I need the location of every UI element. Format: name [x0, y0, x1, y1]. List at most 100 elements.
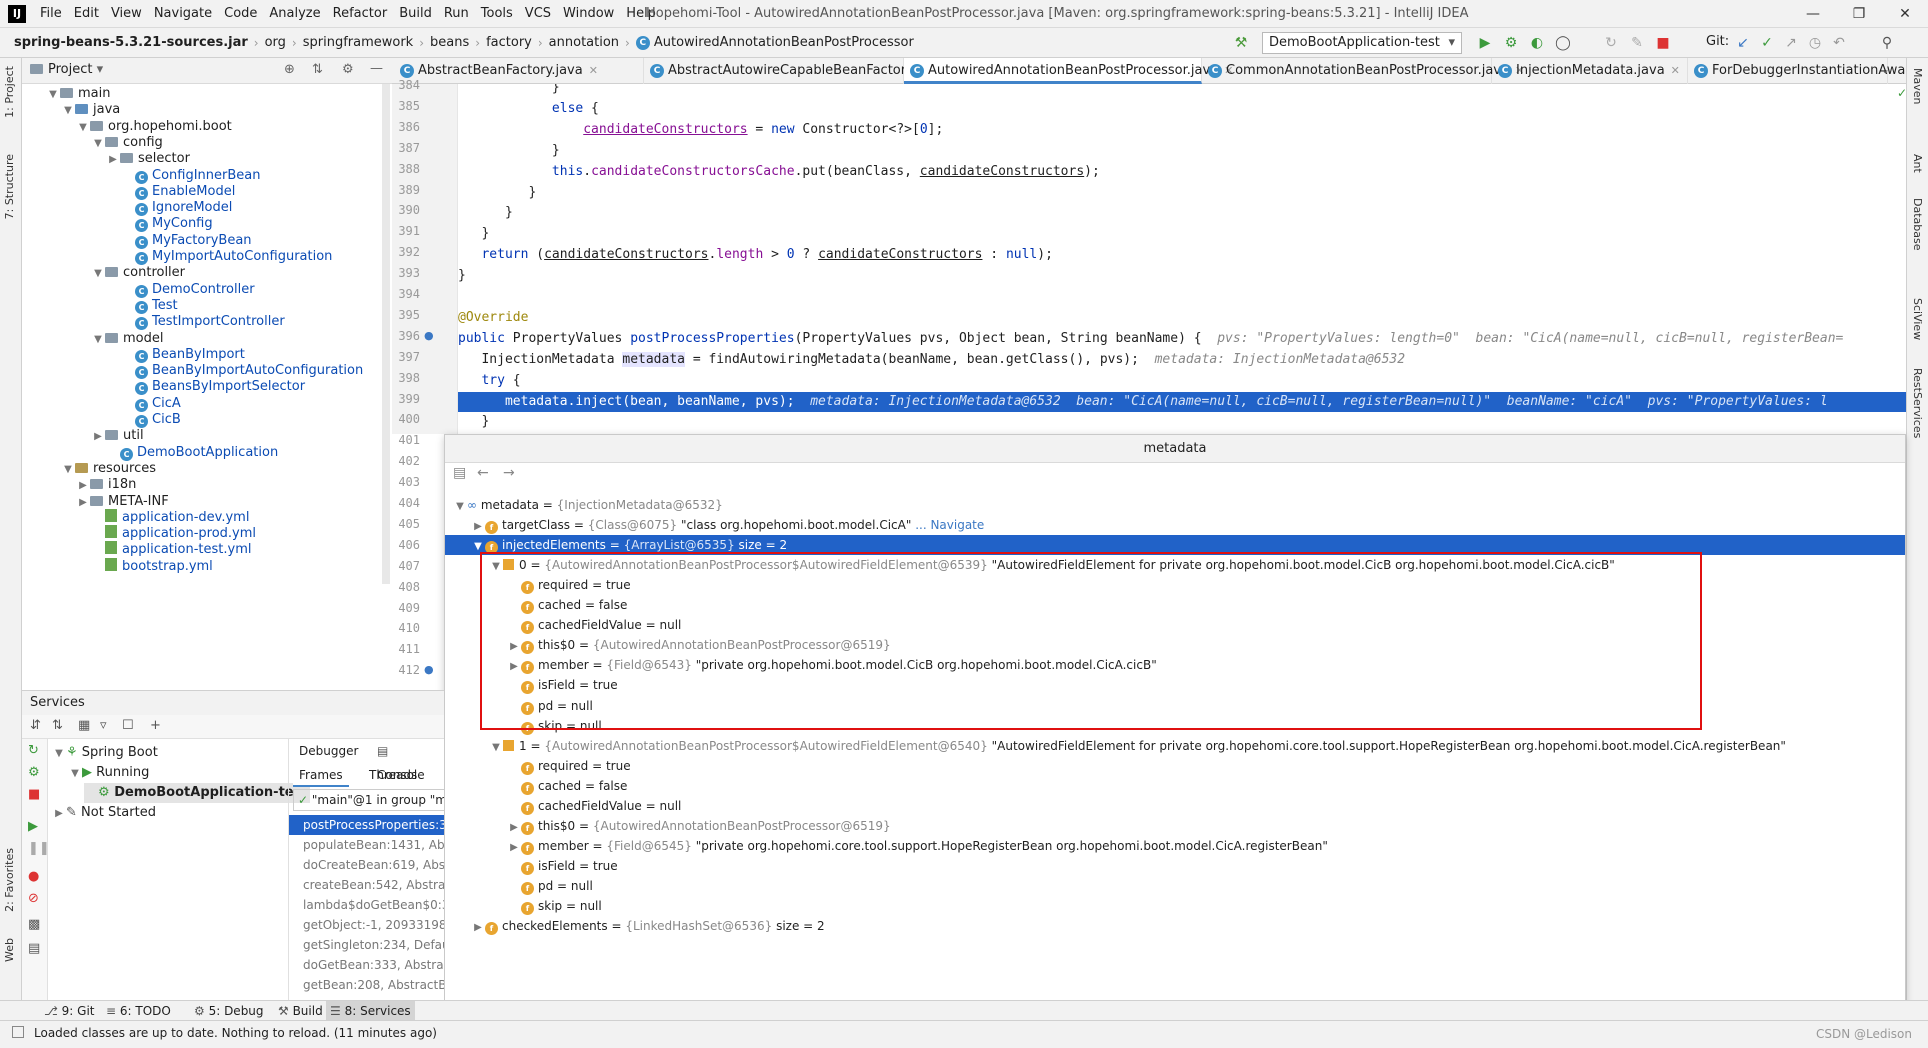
collapse-all-icon[interactable]: ⇅ — [312, 62, 323, 77]
expand-right-icon[interactable]: ▶ — [507, 838, 521, 858]
variable-row-checkedelements[interactable]: ▶ f checkedElements = {LinkedHashSet@6536}… — [445, 916, 1905, 936]
attach-icon[interactable]: ✎ — [1626, 32, 1648, 54]
expand-down-icon[interactable]: ▼ — [52, 744, 66, 764]
expand-down-icon[interactable]: ▼ — [76, 118, 90, 138]
tool-tab-5-debug[interactable]: ⚙ 5: Debug — [190, 1001, 268, 1021]
stop-icon[interactable]: ■ — [28, 787, 40, 802]
maven-tool-tab[interactable]: Maven — [1911, 68, 1924, 104]
breadcrumb-item[interactable]: factory — [482, 28, 536, 58]
gear-icon[interactable]: ⚙ — [342, 62, 354, 77]
project-panel-title[interactable]: Project — [48, 62, 92, 77]
tab-frames[interactable]: Frames — [293, 763, 349, 787]
sciview-tool-tab[interactable]: SciView — [1911, 298, 1924, 340]
expand-down-icon[interactable]: ▼ — [61, 460, 75, 480]
expand-right-icon[interactable]: ▶ — [91, 427, 105, 447]
expand-down-icon[interactable]: ▼ — [68, 764, 82, 784]
tab-autowiredannotationbeanpostprocessor-java[interactable]: C AutowiredAnnotationBeanPostProcessor.ja… — [904, 58, 1233, 84]
collapse-all-icon[interactable]: ⇅ — [52, 718, 63, 733]
tab-threads[interactable]: Threads — [363, 763, 423, 787]
breadcrumb-item[interactable]: beans — [426, 28, 473, 58]
navigate-link[interactable]: ... Navigate — [915, 518, 984, 532]
maximize-icon[interactable]: ❐ — [1836, 0, 1882, 28]
menu-edit[interactable]: Edit — [68, 0, 105, 28]
stack-frame[interactable]: postProcessProperties:3 — [289, 815, 444, 835]
expand-right-icon[interactable]: ▶ — [52, 804, 66, 824]
stop-icon[interactable]: ■ — [1652, 32, 1674, 54]
structure-tool-tab[interactable]: 7: Structure — [3, 154, 16, 219]
thread-select[interactable]: ✓ "main"@1 in group "m — [293, 789, 444, 811]
breadcrumb-item[interactable]: springframework — [299, 28, 417, 58]
pause-icon[interactable]: ❚❚ — [28, 841, 50, 856]
menu-analyze[interactable]: Analyze — [263, 0, 326, 28]
locate-icon[interactable]: ⊕ — [284, 62, 295, 77]
variable-row-member[interactable]: ▶ f member = {Field@6545} "private org.hop… — [445, 836, 1905, 856]
web-tool-tab[interactable]: Web — [3, 938, 16, 962]
code-editor[interactable]: } else { candidateConstructors = new Con… — [458, 84, 1906, 434]
status-toggle-icon[interactable] — [12, 1026, 24, 1038]
expand-down-icon[interactable]: ▼ — [489, 738, 503, 758]
tab-list-chevron-icon[interactable]: ⌄ — [1880, 62, 1890, 76]
tool-tab-9-git[interactable]: ⎇ 9: Git — [40, 1001, 99, 1021]
expand-right-icon[interactable]: ▶ — [471, 918, 485, 938]
project-tool-tab[interactable]: 1: Project — [3, 66, 16, 118]
expand-down-icon[interactable]: ▼ — [91, 264, 105, 284]
new-tab-icon[interactable]: ☐ — [122, 718, 134, 733]
variable-row-cached[interactable]: f cached = false — [445, 776, 1905, 796]
stack-frame[interactable]: getSingleton:234, Defau — [289, 935, 444, 955]
breadcrumb-item[interactable]: C AutowiredAnnotationBeanPostProcessor — [632, 28, 918, 58]
add-to-watches-icon[interactable]: ▤ — [453, 465, 466, 481]
breadcrumb-item[interactable]: spring-beans-5.3.21-sources.jar — [10, 28, 252, 58]
menu-window[interactable]: Window — [557, 0, 620, 28]
stack-frame[interactable]: getObject:-1, 209331984 — [289, 915, 444, 935]
variable-row-pd[interactable]: f pd = null — [445, 876, 1905, 896]
expand-down-icon[interactable]: ▼ — [453, 497, 467, 517]
tool-tab-8-services[interactable]: ☰ 8: Services — [326, 1001, 415, 1021]
rollback-icon[interactable]: ↶ — [1828, 32, 1850, 54]
tab-debugger[interactable]: Debugger — [293, 739, 364, 763]
project-scrollbar[interactable] — [382, 84, 390, 584]
service-item-not-started[interactable]: ▶ ✎ Not Started — [52, 803, 156, 823]
menu-build[interactable]: Build — [393, 0, 438, 28]
resume-icon[interactable]: ▶ — [28, 819, 38, 834]
menu-vcs[interactable]: VCS — [519, 0, 557, 28]
stack-frame[interactable]: populateBean:1431, Abs — [289, 835, 444, 855]
camera-icon[interactable]: ▩ — [28, 917, 40, 932]
chevron-down-icon[interactable]: ▾ — [97, 62, 104, 77]
mute-breakpoints-icon[interactable]: ⊘ — [28, 891, 39, 906]
menu-view[interactable]: View — [105, 0, 148, 28]
git-commit-icon[interactable]: ✓ — [1756, 32, 1778, 54]
restservices-tool-tab[interactable]: RestServices — [1911, 368, 1924, 438]
menu-refactor[interactable]: Refactor — [327, 0, 394, 28]
expand-right-icon[interactable]: ▶ — [471, 517, 485, 537]
view-breakpoints-icon[interactable]: ● — [28, 869, 39, 884]
database-tool-tab[interactable]: Database — [1911, 198, 1924, 251]
close-icon[interactable]: ✕ — [1882, 0, 1928, 28]
tool-tab-build[interactable]: ⚒ Build — [274, 1001, 327, 1021]
expand-right-icon[interactable]: ▶ — [76, 493, 90, 513]
close-tab-icon[interactable]: ✕ — [1671, 64, 1680, 77]
breakpoint-marker-icon[interactable]: ● — [424, 663, 434, 676]
service-item-demobootapplication-te[interactable]: ⚙ DemoBootApplication-te — [84, 783, 310, 803]
expand-all-icon[interactable]: ⇵ — [30, 718, 41, 733]
variable-row-skip[interactable]: f skip = null — [445, 896, 1905, 916]
stack-frame[interactable]: doCreateBean:619, Abst — [289, 855, 444, 875]
menu-code[interactable]: Code — [218, 0, 263, 28]
expand-right-icon[interactable]: ▶ — [106, 150, 120, 170]
debug-icon[interactable]: ⚙ — [1500, 32, 1522, 54]
variable-row-targetclass[interactable]: ▶ f targetClass = {Class@6075} "class org.… — [445, 515, 1905, 535]
coverage-icon[interactable]: ◐ — [1526, 32, 1548, 54]
tab-abstractautowirecapablebeanfactory-java[interactable]: C AbstractAutowireCapableBeanFactory.java… — [644, 58, 959, 84]
stack-frame[interactable]: lambda$doGetBean$0:3 — [289, 895, 444, 915]
menu-file[interactable]: File — [34, 0, 68, 28]
expand-right-icon[interactable]: ▶ — [507, 818, 521, 838]
variable-row-required[interactable]: f required = true — [445, 756, 1905, 776]
service-item-spring-boot[interactable]: ▼ ⚘ Spring Boot — [52, 743, 158, 763]
menu-run[interactable]: Run — [438, 0, 475, 28]
tab-commonannotationbeanpostprocessor-java[interactable]: C CommonAnnotationBeanPostProcessor.java ✕ — [1202, 58, 1524, 84]
group-by-icon[interactable]: ▦ — [78, 718, 90, 733]
stack-frame[interactable]: doGetBean:333, Abstrac — [289, 955, 444, 975]
tree-item-bootstrap-yml[interactable]: bootstrap.yml — [91, 557, 213, 577]
git-update-icon[interactable]: ↙ — [1732, 32, 1754, 54]
stack-frame[interactable]: createBean:542, Abstrac — [289, 875, 444, 895]
layout-icon[interactable]: ▤ — [28, 941, 40, 956]
